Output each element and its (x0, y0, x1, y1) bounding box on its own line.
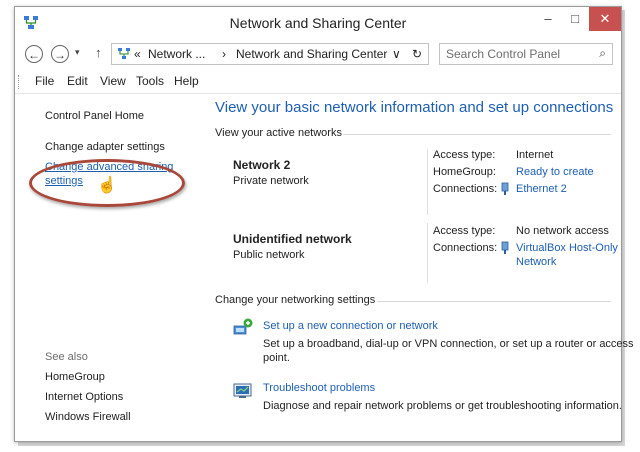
close-button[interactable]: ✕ (589, 7, 621, 31)
title-bar[interactable]: Network and Sharing Center – □ ✕ (15, 7, 621, 39)
search-placeholder: Search Control Panel (446, 47, 561, 61)
access-type-value: No network access (516, 225, 609, 237)
divider (377, 301, 611, 302)
address-bar[interactable]: « Network ... › Network and Sharing Cent… (111, 43, 429, 65)
troubleshoot-icon (233, 383, 252, 398)
menu-file[interactable]: File (35, 74, 54, 88)
menu-help[interactable]: Help (174, 74, 199, 88)
active-networks-label: View your active networks (215, 127, 342, 139)
main-content: View your basic network information and … (215, 95, 634, 440)
search-box[interactable]: Search Control Panel ⌕ (439, 43, 613, 65)
sidebar-item-adapter-settings[interactable]: Change adapter settings (45, 141, 165, 153)
menu-view[interactable]: View (100, 74, 126, 88)
access-type-label: Access type: (433, 225, 496, 237)
maximize-button[interactable]: □ (561, 7, 589, 31)
sidebar: Control Panel Home Change adapter settin… (15, 95, 200, 440)
setup-connection-link[interactable]: Set up a new connection or network (263, 320, 438, 332)
breadcrumb-current[interactable]: Network and Sharing Center (236, 47, 387, 61)
sidebar-item-windows-firewall[interactable]: Windows Firewall (45, 411, 131, 423)
address-dropdown-icon[interactable]: ∨ (392, 47, 401, 61)
up-button[interactable]: ↑ (95, 45, 102, 60)
troubleshoot-link[interactable]: Troubleshoot problems (263, 382, 375, 394)
window: Network and Sharing Center – □ ✕ ← → ▾ ↑… (14, 6, 634, 442)
homegroup-link[interactable]: Ready to create (516, 166, 594, 178)
change-settings-label: Change your networking settings (215, 294, 376, 306)
forward-button[interactable]: → (51, 45, 69, 63)
menu-tools[interactable]: Tools (136, 74, 164, 88)
setup-connection-description: Set up a broadband, dial-up or VPN conne… (263, 338, 634, 350)
sidebar-item-internet-options[interactable]: Internet Options (45, 391, 123, 403)
access-type-value: Internet (516, 149, 554, 161)
menu-grip (18, 75, 22, 89)
see-also-heading: See also (45, 351, 88, 363)
minimize-button[interactable]: – (535, 7, 561, 31)
back-button[interactable]: ← (25, 45, 43, 63)
network-divider (427, 149, 428, 215)
ethernet-2-link[interactable]: Ethernet 2 (516, 183, 567, 195)
breadcrumb-network[interactable]: Network ... (148, 47, 205, 61)
setup-connection-description-cont: point. (263, 352, 290, 364)
ethernet-icon (501, 182, 509, 195)
divider (343, 134, 611, 135)
network-category: Private network (233, 175, 309, 187)
network-name: Unidentified network (233, 232, 352, 246)
sidebar-item-control-panel-home[interactable]: Control Panel Home (45, 110, 144, 122)
ethernet-icon (501, 241, 509, 254)
homegroup-label: HomeGroup: (433, 166, 496, 178)
breadcrumb-overflow[interactable]: « (134, 47, 141, 61)
recent-locations-button[interactable]: ▾ (75, 47, 80, 58)
network-name: Network 2 (233, 158, 291, 172)
page-title: View your basic network information and … (215, 99, 614, 116)
menu-bar: File Edit View Tools Help (15, 71, 621, 94)
sidebar-item-homegroup[interactable]: HomeGroup (45, 371, 105, 383)
search-icon[interactable]: ⌕ (599, 46, 606, 61)
virtualbox-adapter-link[interactable]: VirtualBox Host-Only (516, 242, 618, 254)
network-divider-2 (427, 223, 428, 283)
virtualbox-adapter-link-cont[interactable]: Network (516, 256, 556, 268)
menu-edit[interactable]: Edit (67, 74, 88, 88)
connections-label: Connections: (433, 183, 498, 195)
control-panel-icon (118, 48, 130, 59)
window-title: Network and Sharing Center (229, 15, 407, 31)
troubleshoot-description: Diagnose and repair network problems or … (263, 400, 622, 412)
refresh-icon[interactable]: ↻ (412, 47, 422, 61)
breadcrumb-separator[interactable]: › (222, 47, 226, 61)
navigation-bar: ← → ▾ ↑ « Network ... › Network and Shar… (15, 39, 621, 69)
new-connection-icon (233, 318, 253, 335)
connections-label: Connections: (433, 242, 498, 254)
hand-cursor-icon: ☝ (97, 177, 117, 194)
network-category: Public network (233, 249, 305, 261)
access-type-label: Access type: (433, 149, 496, 161)
